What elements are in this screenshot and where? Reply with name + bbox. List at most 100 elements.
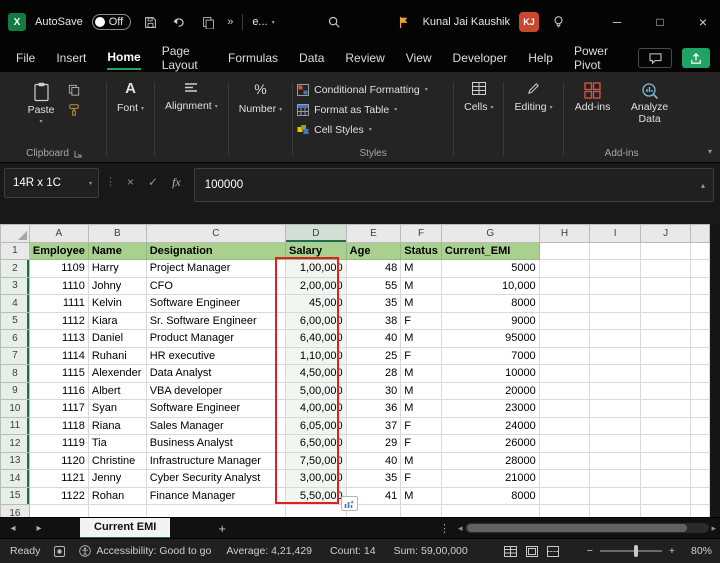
search-icon[interactable]: [324, 12, 344, 32]
user-name[interactable]: Kunal Jai Kaushik: [423, 16, 510, 28]
empty-cell[interactable]: [691, 400, 710, 418]
cell-F7[interactable]: F: [401, 347, 442, 365]
row-header-6[interactable]: 6: [1, 330, 30, 348]
empty-cell[interactable]: [640, 435, 691, 453]
cell-B9[interactable]: Albert: [88, 382, 146, 400]
empty-cell[interactable]: [146, 505, 285, 518]
empty-cell[interactable]: [539, 330, 590, 348]
zoom-in-button[interactable]: +: [669, 545, 675, 557]
autosave-toggle[interactable]: Off: [92, 14, 131, 30]
row-header-15[interactable]: 15: [1, 487, 30, 505]
cell-A7[interactable]: 1114: [29, 347, 88, 365]
cell-G2[interactable]: 5000: [441, 260, 539, 278]
row-header-4[interactable]: 4: [1, 295, 30, 313]
tab-insert[interactable]: Insert: [56, 47, 86, 69]
number-button[interactable]: % Number▾: [233, 76, 288, 115]
cell-C7[interactable]: HR executive: [146, 347, 285, 365]
zoom-slider-knob[interactable]: [634, 545, 638, 557]
cell-D8[interactable]: 4,50,000: [286, 365, 347, 383]
worksheet-grid[interactable]: ABCDEFGHIJ1EmployeeNameDesignationSalary…: [0, 224, 710, 517]
cell-styles-button[interactable]: Cell Styles ▾: [297, 121, 449, 138]
normal-view-button[interactable]: [504, 546, 517, 557]
tab-formulas[interactable]: Formulas: [228, 47, 278, 69]
cell-A12[interactable]: 1119: [29, 435, 88, 453]
cell-G14[interactable]: 21000: [441, 470, 539, 488]
empty-cell[interactable]: [640, 242, 691, 260]
cell-E13[interactable]: 40: [346, 452, 401, 470]
row-header-9[interactable]: 9: [1, 382, 30, 400]
header-cell-A1[interactable]: Employee: [29, 242, 88, 260]
empty-cell[interactable]: [691, 277, 710, 295]
empty-cell[interactable]: [640, 330, 691, 348]
cell-F12[interactable]: F: [401, 435, 442, 453]
quick-analysis-button[interactable]: [341, 496, 358, 511]
header-cell-D1[interactable]: Salary: [286, 242, 347, 260]
horizontal-scrollbar[interactable]: ◂ ▸: [458, 523, 716, 534]
empty-cell[interactable]: [640, 382, 691, 400]
quick-access-item[interactable]: e... ▾: [252, 16, 274, 28]
empty-cell[interactable]: [539, 452, 590, 470]
cell-G10[interactable]: 23000: [441, 400, 539, 418]
empty-cell[interactable]: [590, 487, 641, 505]
empty-cell[interactable]: [590, 470, 641, 488]
empty-cell[interactable]: [590, 505, 641, 518]
column-header-I[interactable]: I: [590, 225, 641, 243]
cell-A2[interactable]: 1109: [29, 260, 88, 278]
cell-E2[interactable]: 48: [346, 260, 401, 278]
cell-G3[interactable]: 10,000: [441, 277, 539, 295]
empty-cell[interactable]: [539, 417, 590, 435]
empty-cell[interactable]: [691, 365, 710, 383]
empty-cell[interactable]: [88, 505, 146, 518]
row-header-16[interactable]: 16: [1, 505, 30, 518]
cell-C8[interactable]: Data Analyst: [146, 365, 285, 383]
zoom-slider[interactable]: [600, 550, 662, 552]
name-box[interactable]: 14R x 1C ▾: [4, 168, 99, 198]
empty-cell[interactable]: [539, 382, 590, 400]
formula-input[interactable]: 100000 ▴: [194, 168, 714, 202]
empty-cell[interactable]: [590, 382, 641, 400]
cell-C4[interactable]: Software Engineer: [146, 295, 285, 313]
row-header-5[interactable]: 5: [1, 312, 30, 330]
header-cell-B1[interactable]: Name: [88, 242, 146, 260]
collapse-ribbon-icon[interactable]: ▾: [708, 147, 712, 156]
cell-A15[interactable]: 1122: [29, 487, 88, 505]
empty-cell[interactable]: [539, 242, 590, 260]
accessibility-status[interactable]: Accessibility: Good to go: [79, 545, 211, 557]
cell-F5[interactable]: F: [401, 312, 442, 330]
row-header-10[interactable]: 10: [1, 400, 30, 418]
zoom-out-button[interactable]: −: [587, 545, 593, 557]
empty-cell[interactable]: [691, 347, 710, 365]
page-break-view-button[interactable]: [547, 546, 559, 557]
cell-B4[interactable]: Kelvin: [88, 295, 146, 313]
editing-button[interactable]: Editing▾: [508, 76, 558, 113]
tab-power-pivot[interactable]: Power Pivot: [574, 40, 617, 76]
next-sheet-button[interactable]: ▸: [26, 523, 52, 534]
cell-F11[interactable]: F: [401, 417, 442, 435]
empty-cell[interactable]: [691, 435, 710, 453]
empty-cell[interactable]: [691, 330, 710, 348]
cell-F3[interactable]: M: [401, 277, 442, 295]
empty-cell[interactable]: [691, 470, 710, 488]
empty-cell[interactable]: [590, 400, 641, 418]
empty-cell[interactable]: [590, 365, 641, 383]
column-header-G[interactable]: G: [441, 225, 539, 243]
tab-help[interactable]: Help: [528, 47, 553, 69]
tab-developer[interactable]: Developer: [453, 47, 508, 69]
analyze-data-button[interactable]: Analyze Data: [626, 80, 674, 125]
sheet-tab-current-emi[interactable]: Current EMI: [80, 518, 170, 539]
cell-C11[interactable]: Sales Manager: [146, 417, 285, 435]
scrollbar-track[interactable]: [465, 523, 710, 533]
cell-D3[interactable]: 2,00,000: [286, 277, 347, 295]
save-icon[interactable]: [140, 12, 160, 32]
cell-G4[interactable]: 8000: [441, 295, 539, 313]
lightbulb-icon[interactable]: [548, 12, 568, 32]
confirm-entry-icon[interactable]: ✓: [141, 168, 165, 189]
cell-B11[interactable]: Riana: [88, 417, 146, 435]
font-button[interactable]: A Font▾: [111, 76, 150, 114]
column-header-D[interactable]: D: [286, 225, 347, 243]
comments-button[interactable]: [638, 48, 672, 68]
alignment-button[interactable]: Alignment▾: [159, 76, 224, 112]
copy-icon[interactable]: [198, 12, 218, 32]
empty-cell[interactable]: [640, 347, 691, 365]
cell-G7[interactable]: 7000: [441, 347, 539, 365]
